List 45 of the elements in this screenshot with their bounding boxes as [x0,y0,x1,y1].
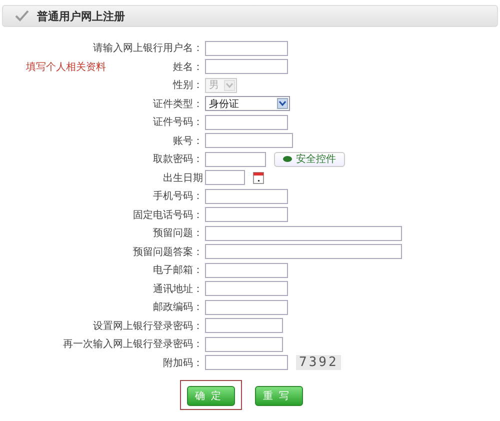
field-label: 手机号码： [153,190,204,204]
input-field[interactable] [205,188,288,204]
date-field[interactable] [205,170,245,186]
field-label: 固定电话号码： [133,208,204,222]
captcha-code: 7392 [296,355,342,370]
field-label: 电子邮箱： [153,264,204,278]
field-label: 证件类型： [153,98,204,111]
field-label: 请输入网上银行用户名： [93,42,204,56]
field-label: 性别： [173,78,204,92]
field-label: 再一次输入网上银行登录密码： [63,338,204,352]
chevron-down-icon[interactable] [277,98,288,110]
input-field[interactable] [205,355,288,370]
input-field[interactable] [205,281,288,296]
input-field[interactable] [205,114,288,130]
dropdown[interactable]: 身份证 [205,96,290,112]
field-label: 设置网上银行登录密码： [93,320,204,333]
page-title: 普通用户网上注册 [37,8,125,24]
input-field[interactable] [205,40,288,56]
input-field[interactable] [205,300,288,315]
security-control-button[interactable]: 安全控件 [274,152,345,167]
input-field[interactable] [205,207,288,222]
input-field[interactable] [205,262,288,278]
field-label: 邮政编码： [153,300,204,314]
password-field[interactable] [205,152,266,167]
field-label: 通讯地址： [153,282,204,296]
instruction-note: 填写个人相关资料 [26,60,106,74]
field-label: 姓名： [173,60,204,74]
confirm-button[interactable]: 确定 [187,386,235,406]
input-field[interactable] [205,226,402,241]
field-label: 账号： [173,134,204,148]
field-label: 预留问题： [153,227,204,240]
reset-button[interactable]: 重写 [255,386,303,406]
input-field[interactable] [205,318,283,334]
input-field[interactable] [205,336,283,352]
field-label: 附加码： [163,356,204,370]
field-label: 预留问题答案： [133,246,204,259]
input-field[interactable] [205,244,402,260]
input-field[interactable] [205,133,293,148]
calendar-icon[interactable] [253,172,264,184]
field-label: 证件号码： [153,116,204,130]
input-field[interactable] [205,59,288,74]
checkmark-icon [15,10,29,22]
eye-icon [283,156,292,162]
field-label: 出生日期 [163,172,204,185]
field-label: 取款密码： [153,152,204,166]
